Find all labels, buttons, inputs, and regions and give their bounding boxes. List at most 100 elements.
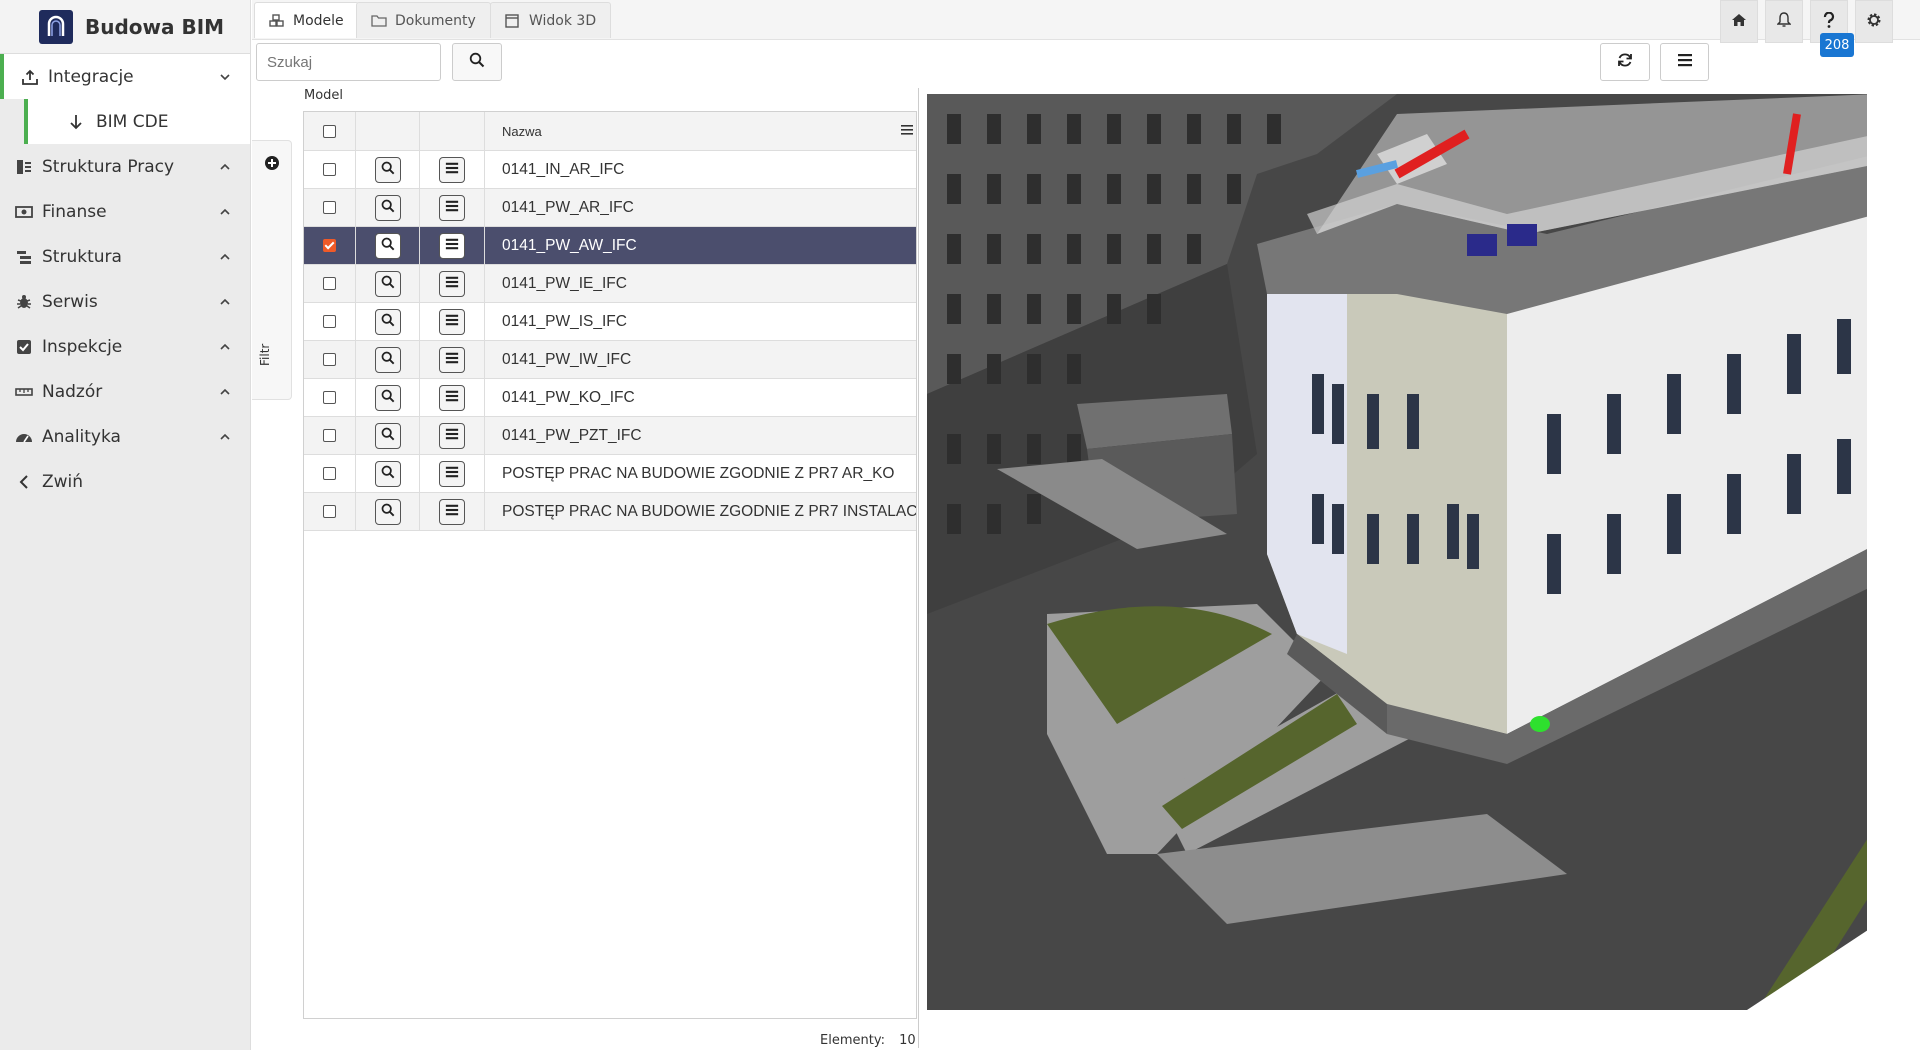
row-checkbox[interactable]	[323, 277, 336, 290]
add-filter-icon[interactable]	[264, 155, 280, 171]
sidebar-item-label: Zwiń	[42, 471, 84, 492]
tab-modele[interactable]: Modele	[254, 2, 359, 38]
row-checkbox[interactable]	[323, 239, 336, 252]
row-checkbox[interactable]	[323, 201, 336, 214]
model-name-cell: 0141_PW_IE_IFC	[502, 274, 627, 292]
row-zoom-button[interactable]	[374, 422, 401, 449]
tab-widok-3d[interactable]: Widok 3D	[490, 2, 612, 38]
row-select-cell	[304, 189, 356, 226]
refresh-button[interactable]	[1600, 43, 1650, 81]
row-zoom-button[interactable]	[374, 232, 401, 259]
row-zoom-button[interactable]	[374, 384, 401, 411]
row-menu-cell	[420, 379, 485, 416]
row-menu-cell	[420, 417, 485, 454]
row-zoom-button[interactable]	[374, 460, 401, 487]
row-zoom-button[interactable]	[374, 270, 401, 297]
row-menu-button[interactable]	[439, 346, 465, 373]
chevron-up-icon	[218, 250, 232, 264]
table-row[interactable]: POSTĘP PRAC NA BUDOWIE ZGODNIE Z PR7 AR_…	[304, 455, 916, 493]
row-checkbox[interactable]	[323, 505, 336, 518]
home-icon	[1731, 13, 1747, 31]
row-menu-button[interactable]	[439, 460, 465, 487]
row-menu-button[interactable]	[439, 498, 465, 525]
row-zoom-button[interactable]	[374, 498, 401, 525]
filter-panel-tab[interactable]: Filtr	[252, 140, 292, 400]
row-checkbox[interactable]	[323, 315, 336, 328]
row-zoom-cell	[356, 379, 420, 416]
view-menu-button[interactable]	[1660, 43, 1709, 81]
row-menu-button[interactable]	[439, 232, 465, 259]
row-menu-button[interactable]	[439, 270, 465, 297]
hamburger-icon	[445, 237, 459, 255]
bim-3d-viewer[interactable]	[927, 94, 1877, 1010]
select-all-checkbox[interactable]	[323, 124, 336, 138]
search-icon	[381, 389, 395, 407]
gauge-icon	[14, 428, 34, 446]
row-zoom-button[interactable]	[374, 156, 401, 183]
ruler-icon	[14, 383, 34, 401]
search-button[interactable]	[452, 43, 502, 81]
row-menu-button[interactable]	[439, 384, 465, 411]
row-zoom-button[interactable]	[374, 346, 401, 373]
sidebar-item-struktura-pracy[interactable]: Struktura Pracy	[0, 144, 250, 189]
table-row[interactable]: POSTĘP PRAC NA BUDOWIE ZGODNIE Z PR7 INS…	[304, 493, 916, 531]
row-checkbox[interactable]	[323, 429, 336, 442]
row-menu-button[interactable]	[439, 156, 465, 183]
row-menu-cell	[420, 303, 485, 340]
brand[interactable]: Budowa BIM	[0, 0, 250, 54]
table-row[interactable]: 0141_IN_AR_IFC	[304, 151, 916, 189]
settings-button[interactable]	[1855, 0, 1893, 43]
row-zoom-cell	[356, 417, 420, 454]
panel-splitter[interactable]	[918, 88, 919, 1048]
row-checkbox[interactable]	[323, 163, 336, 176]
search-input[interactable]	[256, 43, 441, 81]
chevron-down-icon	[218, 70, 232, 84]
row-zoom-cell	[356, 151, 420, 188]
column-menu-icon[interactable]	[900, 123, 914, 137]
table-row[interactable]: 0141_PW_PZT_IFC	[304, 417, 916, 455]
sidebar-item-integracje[interactable]: Integracje	[0, 54, 250, 99]
sidebar-collapse-button[interactable]: Zwiń	[0, 459, 250, 504]
notifications-button[interactable]	[1765, 0, 1803, 43]
row-zoom-button[interactable]	[374, 194, 401, 221]
sidebar-item-serwis[interactable]: Serwis	[0, 279, 250, 324]
header-cell	[356, 112, 420, 150]
row-menu-button[interactable]	[439, 194, 465, 221]
sidebar-item-bim-cde[interactable]: BIM CDE	[24, 99, 250, 144]
row-menu-cell	[420, 189, 485, 226]
model-name-cell: 0141_PW_PZT_IFC	[502, 426, 642, 444]
home-button[interactable]	[1720, 0, 1758, 43]
row-menu-cell	[420, 265, 485, 302]
table-row[interactable]: 0141_PW_IW_IFC	[304, 341, 916, 379]
sidebar-item-analityka[interactable]: Analityka	[0, 414, 250, 459]
row-menu-button[interactable]	[439, 308, 465, 335]
hamburger-icon	[445, 199, 459, 217]
table-row[interactable]: 0141_PW_AW_IFC	[304, 227, 916, 265]
row-select-cell	[304, 151, 356, 188]
structure-icon	[14, 158, 34, 176]
table-row[interactable]: 0141_PW_IS_IFC	[304, 303, 916, 341]
sidebar-item-label: Finanse	[42, 201, 107, 222]
models-grid: Nazwa 0141_IN_AR_IFC 0141_PW_AR_IFC 0141_P…	[303, 111, 917, 1019]
row-menu-button[interactable]	[439, 422, 465, 449]
search-icon	[381, 465, 395, 483]
table-row[interactable]: 0141_PW_IE_IFC	[304, 265, 916, 303]
table-row[interactable]: 0141_PW_KO_IFC	[304, 379, 916, 417]
tab-dokumenty[interactable]: Dokumenty	[356, 2, 491, 38]
sidebar-item-nadzor[interactable]: Nadzór	[0, 369, 250, 414]
sidebar-item-label: Integracje	[48, 66, 134, 87]
list-icon	[14, 248, 34, 266]
table-row[interactable]: 0141_PW_AR_IFC	[304, 189, 916, 227]
column-header-nazwa[interactable]: Nazwa	[485, 124, 916, 139]
row-select-cell	[304, 341, 356, 378]
money-icon	[14, 203, 34, 221]
row-zoom-button[interactable]	[374, 308, 401, 335]
row-checkbox[interactable]	[323, 353, 336, 366]
row-checkbox[interactable]	[323, 467, 336, 480]
sidebar-item-inspekcje[interactable]: Inspekcje	[0, 324, 250, 369]
row-zoom-cell	[356, 341, 420, 378]
chevron-up-icon	[218, 295, 232, 309]
sidebar-item-finanse[interactable]: Finanse	[0, 189, 250, 234]
row-checkbox[interactable]	[323, 391, 336, 404]
sidebar-item-struktura[interactable]: Struktura	[0, 234, 250, 279]
